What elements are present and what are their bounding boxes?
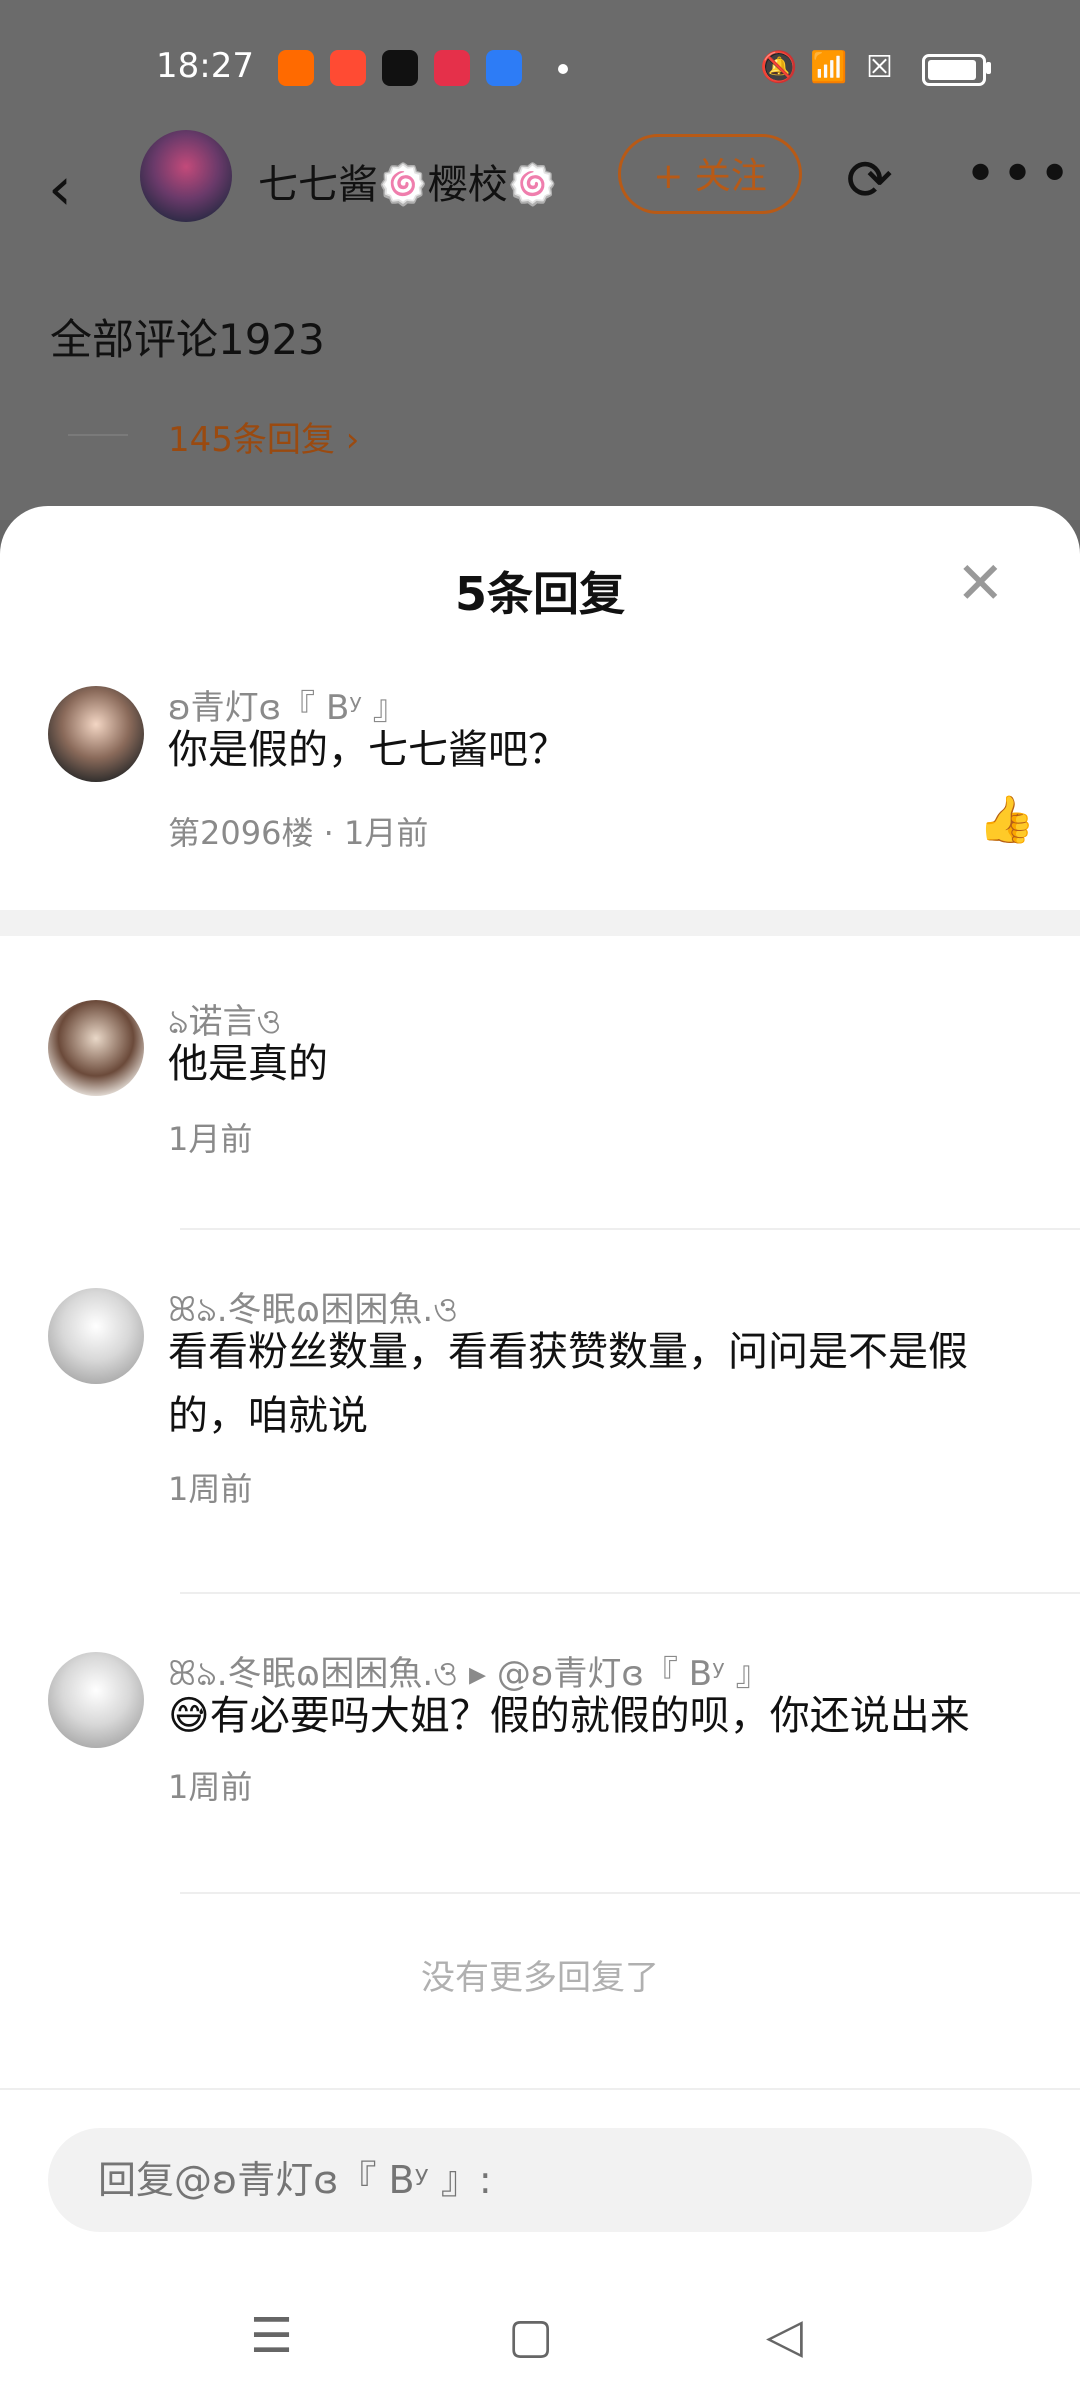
top-bar: ‹ 七七酱🍥樱校🍥 + 关注 ⟳ ••• [0, 130, 1080, 250]
comment-text[interactable]: 看看粉丝数量，看看获赞数量，问问是不是假的，咱就说 [168, 1320, 1028, 1448]
comment-text[interactable]: 😅有必要吗大姐？假的就假的呗，你还说出来 [168, 1684, 1028, 1748]
system-nav-bar: ☰ ▢ ◁ [0, 2286, 1080, 2400]
meituan-app-icon [330, 50, 366, 86]
infinity-app-icon [486, 50, 522, 86]
sheet-title: 5条回复 [454, 567, 625, 621]
notification-dot-icon [558, 64, 568, 74]
like-icon[interactable]: 👍 [978, 792, 1035, 847]
replies-sheet: 5条回复 ✕ ʚ青灯ɞ『 Bʸ 』 你是假的，七七酱吧？ 第2096楼 · 1月… [0, 506, 1080, 2400]
more-replies-link[interactable]: 145条回复 › [67, 412, 359, 461]
menu-icon[interactable]: ☰ [250, 2308, 293, 2364]
comment-meta: 1月前 [168, 1120, 253, 1158]
reply-input[interactable] [48, 2128, 1032, 2232]
comment-text[interactable]: 你是假的，七七酱吧？ [168, 718, 1028, 782]
avatar[interactable] [48, 686, 144, 782]
section-divider [0, 910, 1080, 936]
all-comments-title: 全部评论1923 [50, 315, 325, 364]
avatar[interactable] [48, 1652, 144, 1748]
wifi-icon: 📶 [810, 50, 848, 85]
user-avatar[interactable] [140, 130, 232, 222]
close-icon[interactable]: ✕ [956, 554, 1005, 612]
username[interactable]: 七七酱🍥樱校🍥 [258, 152, 558, 210]
comment-meta: 1周前 [168, 1768, 253, 1806]
battery-icon [922, 54, 986, 86]
divider [180, 1592, 1080, 1594]
more-icon[interactable]: ••• [964, 142, 1075, 207]
tiktok-app-icon [382, 50, 418, 86]
divider [0, 2088, 1080, 2090]
back-nav-icon[interactable]: ◁ [766, 2308, 803, 2364]
status-time: 18:27 [156, 46, 254, 86]
video-app-icon [434, 50, 470, 86]
comment-meta: 1周前 [168, 1470, 253, 1508]
divider [180, 1892, 1080, 1894]
taobao-app-icon [278, 50, 314, 86]
no-more-replies: 没有更多回复了 [421, 1958, 659, 1998]
mute-icon: 🔕 [760, 50, 798, 85]
back-icon[interactable]: ‹ [48, 154, 72, 224]
comment-text[interactable]: 他是真的 [168, 1032, 1028, 1096]
avatar[interactable] [48, 1000, 144, 1096]
status-bar: 18:27 🔕 📶 ☒ [0, 40, 1080, 100]
sim-icon: ☒ [866, 50, 893, 85]
home-icon[interactable]: ▢ [508, 2308, 553, 2364]
comment-meta: 第2096楼 · 1月前 [168, 814, 429, 852]
follow-button[interactable]: + 关注 [618, 134, 802, 214]
avatar[interactable] [48, 1288, 144, 1384]
divider [180, 1228, 1080, 1230]
share-icon[interactable]: ⟳ [846, 148, 893, 213]
